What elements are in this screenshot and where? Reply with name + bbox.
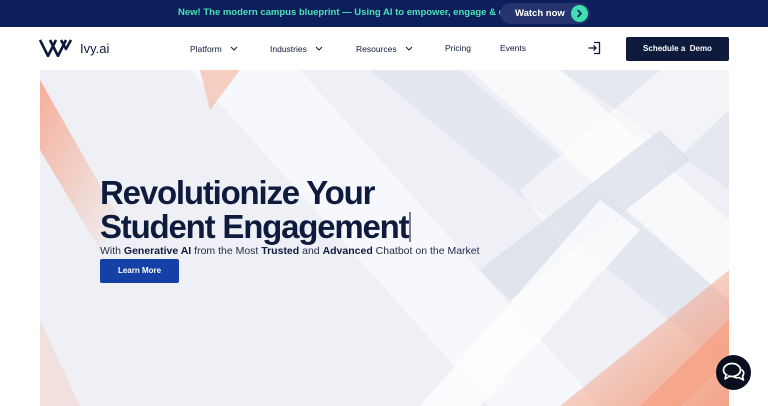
headline-line-1: Revolutionize Your <box>100 174 375 211</box>
nav-item-industries[interactable]: Industries <box>270 43 323 54</box>
nav-item-label: Platform <box>190 44 222 54</box>
sub-bold-generative-ai: Generative AI <box>123 245 192 257</box>
chevron-down-icon <box>230 43 238 53</box>
sub-text: Chatbot on the Market <box>372 245 480 257</box>
schedule-demo-label: Schedule a Demo <box>643 44 712 53</box>
chat-widget-button[interactable] <box>716 355 751 390</box>
sub-text: and <box>299 245 323 257</box>
login-icon[interactable] <box>587 41 601 60</box>
chevron-down-icon <box>405 43 413 53</box>
typing-caret <box>409 212 412 242</box>
nav-item-platform[interactable]: Platform <box>190 43 238 54</box>
hero-headline: Revolutionize Your Student Engagement <box>100 174 412 245</box>
nav-item-resources[interactable]: Resources <box>356 43 413 54</box>
ivy-logo-icon[interactable] <box>38 39 73 62</box>
brand-name[interactable]: Ivy.ai <box>80 41 109 56</box>
main-nav: Ivy.ai Platform Industries Resources Pri… <box>0 27 768 70</box>
sub-bold-advanced: Advanced <box>322 245 373 257</box>
schedule-demo-button[interactable]: Schedule a Demo <box>626 37 729 61</box>
hero-subheadline: With Generative AI from the Most Trusted… <box>100 245 480 257</box>
nav-item-events[interactable]: Events <box>500 43 526 53</box>
chevron-right-icon <box>571 5 588 22</box>
nav-item-label: Industries <box>270 44 307 54</box>
sub-text: With <box>100 245 124 257</box>
announcement-bar: New! The modern campus blueprint — Using… <box>0 0 768 27</box>
hero-section: Revolutionize Your Student Engagement Wi… <box>40 70 729 406</box>
chevron-down-icon <box>315 43 323 53</box>
nav-item-label: Resources <box>356 44 397 54</box>
learn-more-button[interactable]: Learn More <box>100 259 179 283</box>
watch-now-label: Watch now <box>515 8 565 19</box>
sub-bold-trusted: Trusted <box>261 245 300 257</box>
learn-more-label: Learn More <box>117 266 162 275</box>
nav-item-label: Events <box>500 43 526 53</box>
announcement-text[interactable]: New! The modern campus blueprint — Using… <box>178 7 524 18</box>
chat-bubbles-icon <box>722 362 745 381</box>
nav-item-pricing[interactable]: Pricing <box>445 43 471 53</box>
sub-text: from the Most <box>191 245 262 257</box>
nav-item-label: Pricing <box>445 43 471 53</box>
headline-line-2: Student Engagement <box>100 208 410 245</box>
watch-now-button[interactable]: Watch now <box>500 3 590 24</box>
